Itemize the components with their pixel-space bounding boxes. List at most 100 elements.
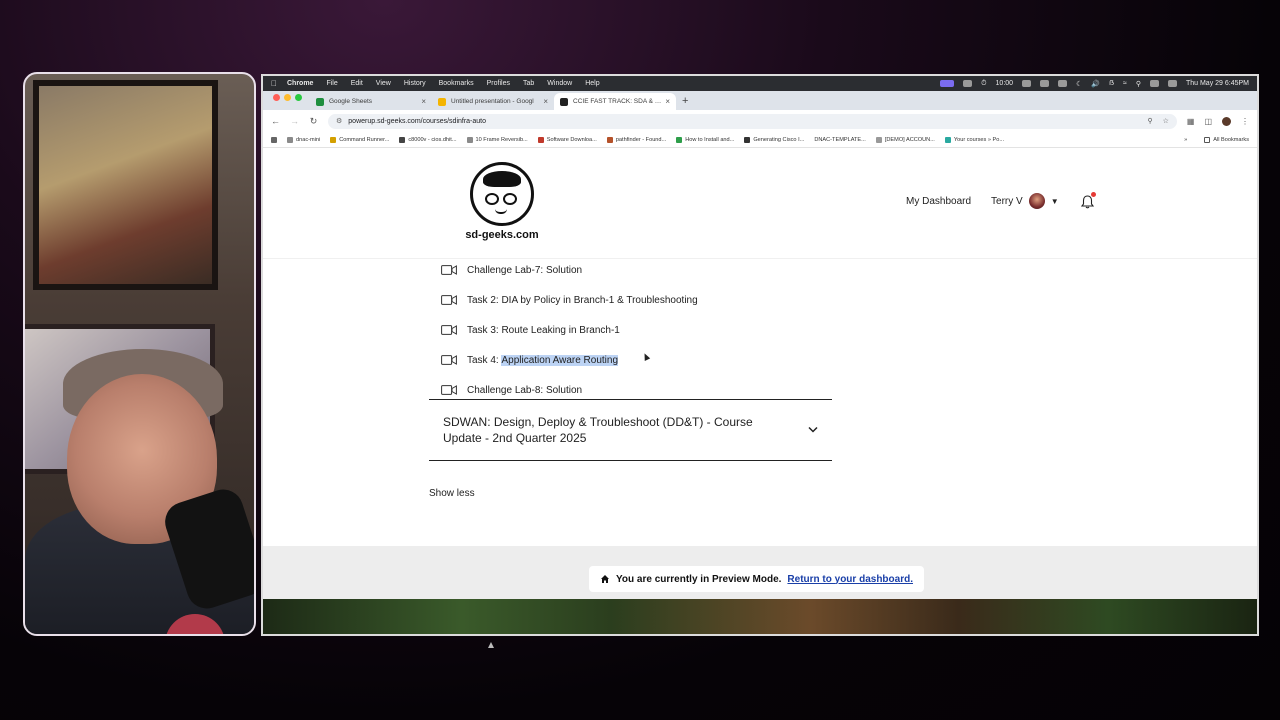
bookmark-label: dnac-mini: [296, 136, 321, 143]
show-less-link[interactable]: Show less: [429, 488, 475, 499]
bookmark-item[interactable]: dnac-mini: [287, 136, 321, 143]
minimize-window-icon[interactable]: [284, 94, 291, 101]
selected-text: Application Aware Routing: [501, 354, 619, 366]
lesson-item[interactable]: Challenge Lab-7: Solution: [441, 255, 861, 285]
site-info-icon[interactable]: ⚙: [336, 117, 342, 125]
menu-tab[interactable]: Tab: [523, 80, 534, 87]
bookmark-item[interactable]: c8000v - cios.dhit...: [399, 136, 457, 143]
bookmark-favicon-icon: [875, 136, 882, 143]
wifi-icon[interactable]: ≈: [1123, 80, 1127, 87]
tab-ccie-fast-track[interactable]: CCIE FAST TRACK: SDA & SD ×: [554, 93, 676, 110]
address-bar[interactable]: ⚙ powerup.sd-geeks.com/courses/sdinfra-a…: [328, 113, 1177, 129]
lesson-item[interactable]: Task 2: DIA by Policy in Branch-1 & Trou…: [441, 285, 861, 315]
menu-history[interactable]: History: [404, 80, 426, 87]
status-area: ⏱ 10:00 ☾ 🔊 ẞ ≈ ⚲ Thu May 29 6:45PM: [940, 80, 1249, 88]
side-panel-icon[interactable]: ◫: [1204, 117, 1212, 126]
home-icon: [601, 575, 609, 583]
mouse-cursor: [488, 642, 494, 648]
lesson-list: Challenge Lab-7: Solution Task 2: DIA by…: [441, 255, 861, 405]
close-tab-icon[interactable]: ×: [665, 97, 670, 106]
menu-file[interactable]: File: [326, 80, 337, 87]
tab-presentation[interactable]: Untitled presentation - Googl ×: [432, 93, 554, 110]
bookmark-item[interactable]: How to Install and...: [676, 136, 734, 143]
video-icon: [441, 265, 457, 275]
user-menu[interactable]: Terry V ▼: [991, 193, 1059, 209]
course-section-accordion[interactable]: SDWAN: Design, Deploy & Troubleshoot (DD…: [429, 399, 832, 461]
siri-icon[interactable]: [1167, 80, 1177, 87]
site-header: sd-geeks.com My Dashboard Terry V ▼: [263, 148, 1257, 259]
bookmark-label: 10 Frame Reversib...: [475, 136, 528, 143]
moon-icon[interactable]: ☾: [1076, 80, 1082, 88]
control-center-icon[interactable]: [1149, 80, 1159, 87]
arrow-status-icon[interactable]: [1040, 80, 1050, 87]
bookmark-item[interactable]: Your courses » Po...: [944, 136, 1004, 143]
camera-status-icon[interactable]: [963, 80, 973, 87]
bookmark-item[interactable]: Generating Cisco I...: [744, 136, 805, 143]
bookmark-favicon-icon: [606, 136, 613, 143]
bookmark-item[interactable]: 10 Frame Reversib...: [466, 136, 528, 143]
caret-down-icon: ▼: [1050, 196, 1059, 206]
bookmark-item[interactable]: [DEMO] ACCOUN...: [875, 136, 935, 143]
tab-google-sheets[interactable]: Google Sheets ×: [310, 93, 432, 110]
extensions-icon[interactable]: ▦: [1187, 117, 1195, 126]
new-tab-icon[interactable]: +: [682, 95, 688, 107]
close-tab-icon[interactable]: ×: [421, 97, 426, 106]
chevron-down-icon[interactable]: [808, 425, 818, 436]
forward-icon[interactable]: →: [290, 116, 299, 126]
bookmark-star-icon[interactable]: ☆: [1163, 117, 1169, 125]
zoom-icon[interactable]: ⚲: [1147, 117, 1152, 125]
video-icon: [441, 385, 457, 395]
app-status-icon[interactable]: [1022, 80, 1032, 87]
profile-avatar[interactable]: [1222, 116, 1231, 126]
lesson-item[interactable]: Task 3: Route Leaking in Branch-1: [441, 315, 861, 345]
url-text[interactable]: powerup.sd-geeks.com/courses/sdinfra-aut…: [348, 118, 486, 125]
video-icon: [441, 355, 457, 365]
clock-readout[interactable]: Thu May 29 6:45PM: [1186, 80, 1249, 87]
search-icon[interactable]: ⚲: [1136, 80, 1141, 88]
close-tab-icon[interactable]: ×: [543, 97, 548, 106]
all-bookmarks-button[interactable]: » All Bookmarks: [1184, 136, 1249, 143]
bookmark-item[interactable]: DNAC-TEMPLATE...: [814, 137, 866, 143]
bookmark-label: DNAC-TEMPLATE...: [814, 136, 866, 143]
timer-readout[interactable]: 10:00: [996, 80, 1014, 87]
my-dashboard-link[interactable]: My Dashboard: [906, 196, 971, 207]
bookmarks-bar: dnac-mini Command Runner... c8000v - cio…: [263, 132, 1257, 148]
menu-bookmarks[interactable]: Bookmarks: [439, 80, 474, 87]
preview-mode-banner: You are currently in Preview Mode. Retur…: [589, 566, 924, 592]
screen-share-status-icon[interactable]: [940, 80, 955, 87]
lesson-item[interactable]: Task 4: Application Aware Routing: [441, 345, 861, 375]
bookmark-favicon-icon: [744, 136, 751, 143]
close-window-icon[interactable]: [273, 94, 280, 101]
volume-icon[interactable]: 🔊: [1091, 80, 1100, 88]
return-dashboard-link[interactable]: Return to your dashboard.: [787, 574, 913, 585]
zoom-window-icon[interactable]: [295, 94, 302, 101]
bookmark-favicon-icon: [466, 136, 473, 143]
site-logo[interactable]: sd-geeks.com: [462, 162, 542, 241]
menu-edit[interactable]: Edit: [351, 80, 363, 87]
bookmark-item[interactable]: pathfinder - Found...: [606, 136, 666, 143]
lesson-title: Task 4:: [467, 354, 502, 366]
header-nav: My Dashboard Terry V ▼: [906, 191, 1096, 209]
logo-text: sd-geeks.com: [465, 229, 539, 241]
timer-icon[interactable]: ⏱: [981, 80, 986, 88]
menu-view[interactable]: View: [376, 80, 391, 87]
menu-window[interactable]: Window: [547, 80, 572, 87]
reload-icon[interactable]: ↻: [309, 116, 318, 127]
window-controls: [273, 94, 302, 101]
back-icon[interactable]: ←: [271, 116, 280, 126]
bluetooth-icon[interactable]: ẞ: [1109, 80, 1114, 87]
lesson-title: Challenge Lab-8: Solution: [467, 384, 583, 396]
bookmark-item[interactable]: Software Downloa...: [537, 136, 597, 143]
bookmark-item[interactable]: Command Runner...: [330, 136, 389, 143]
notification-bell-icon[interactable]: [1080, 191, 1096, 208]
apps-icon[interactable]: [271, 136, 277, 143]
more-menu-icon[interactable]: ⋮: [1241, 117, 1249, 126]
apple-icon[interactable]: : [271, 79, 280, 88]
menu-chrome[interactable]: Chrome: [287, 80, 313, 87]
menu-help[interactable]: Help: [585, 80, 599, 87]
sync-icon[interactable]: [1058, 80, 1068, 87]
bookmark-label: Generating Cisco I...: [753, 136, 805, 143]
menu-profiles[interactable]: Profiles: [487, 80, 510, 87]
web-page: sd-geeks.com My Dashboard Terry V ▼ Chal…: [263, 148, 1257, 634]
chevron-right-icon[interactable]: »: [1184, 137, 1187, 143]
